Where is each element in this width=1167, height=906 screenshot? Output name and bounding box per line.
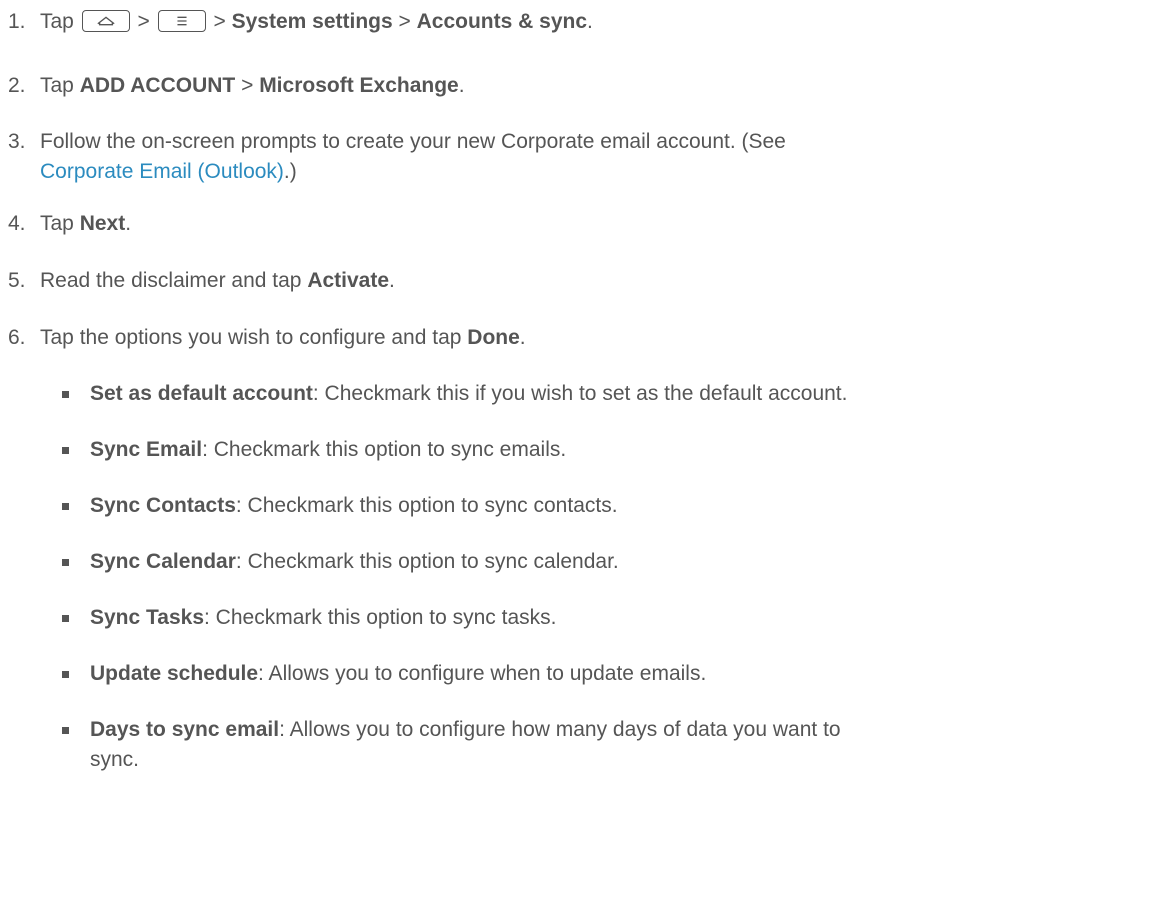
punctuation: . [458, 74, 465, 97]
accounts-sync-label: Accounts & sync [416, 10, 588, 33]
punctuation: . [587, 10, 593, 33]
step-text: Follow the on-screen prompts to create y… [40, 130, 786, 153]
punctuation: . [389, 269, 395, 292]
option-description: : Checkmark this option to sync tasks. [204, 606, 557, 629]
separator: > [398, 10, 411, 33]
option-text: Set as default account: Checkmark this i… [90, 379, 847, 409]
step-text: Tap ADD ACCOUNT > Microsoft Exchange. [40, 71, 465, 101]
step-number: 5. [8, 269, 26, 292]
bullet-icon [62, 559, 69, 566]
home-key-icon [81, 10, 130, 32]
option-label: Set as default account [90, 382, 313, 405]
bullet-icon [62, 615, 69, 622]
option-description: : Checkmark this option to sync contacts… [235, 494, 618, 517]
option-description: : Checkmark this if you wish to set as t… [312, 382, 848, 405]
step-number: 2. [8, 74, 26, 97]
done-label: Done [467, 326, 520, 349]
step-text: Corporate Email (Outlook).) [40, 157, 297, 187]
step-text: Tap the options you wish to configure an… [40, 323, 526, 353]
activate-label: Activate [307, 269, 390, 292]
option-text: Sync Email: Checkmark this option to syn… [90, 435, 566, 465]
step-number: 3. [8, 130, 26, 153]
bullet-icon [62, 447, 69, 454]
step-text-prefix: Read the disclaimer and tap [40, 269, 308, 292]
option-description: : Checkmark this option to sync calendar… [235, 550, 619, 573]
step-text: Read the disclaimer and tap Activate. [40, 266, 395, 296]
punctuation: . [519, 326, 526, 349]
step-number: 6. [8, 326, 26, 349]
option-text: Sync Tasks: Checkmark this option to syn… [90, 603, 556, 633]
option-description: sync. [90, 748, 140, 771]
separator: > [235, 74, 260, 97]
option-text: Update schedule: Allows you to configure… [90, 659, 706, 689]
punctuation: . [125, 212, 132, 235]
step-number: 4. [8, 212, 26, 235]
add-account-label: ADD ACCOUNT [79, 74, 236, 97]
bullet-icon [62, 391, 69, 398]
separator: > [213, 10, 226, 33]
step-text: Tap > > System settings > Accounts & syn… [40, 7, 593, 37]
step-text-prefix: Tap [40, 212, 80, 235]
system-settings-label: System settings [231, 10, 393, 33]
next-label: Next [79, 212, 126, 235]
option-text: Sync Contacts: Checkmark this option to … [90, 491, 618, 521]
step-text-prefix: Tap [40, 10, 74, 33]
option-label: Sync Contacts [90, 494, 236, 517]
option-label: Days to sync email [90, 718, 280, 741]
option-description: : Allows you to configure when to update… [258, 662, 707, 685]
microsoft-exchange-label: Microsoft Exchange [259, 74, 459, 97]
option-label: Sync Calendar [90, 550, 236, 573]
option-description: : Allows you to configure how many days … [279, 718, 841, 741]
option-label: Update schedule [90, 662, 259, 685]
option-text: Sync Calendar: Checkmark this option to … [90, 547, 619, 577]
step-text-prefix: Tap [40, 74, 80, 97]
step-text-prefix: Tap the options you wish to configure an… [40, 326, 468, 349]
option-label: Sync Email [90, 438, 203, 461]
bullet-icon [62, 727, 69, 734]
punctuation: .) [283, 160, 297, 183]
corporate-email-link[interactable]: Corporate Email (Outlook) [40, 160, 284, 183]
bullet-icon [62, 503, 69, 510]
option-text: Days to sync email: Allows you to config… [90, 715, 841, 745]
option-label: Sync Tasks [90, 606, 205, 629]
step-text: Tap Next. [40, 209, 131, 239]
bullet-icon [62, 671, 69, 678]
step-number: 1. [8, 10, 26, 33]
separator: > [137, 10, 150, 33]
menu-key-icon [157, 10, 206, 32]
option-description: : Checkmark this option to sync emails. [202, 438, 567, 461]
